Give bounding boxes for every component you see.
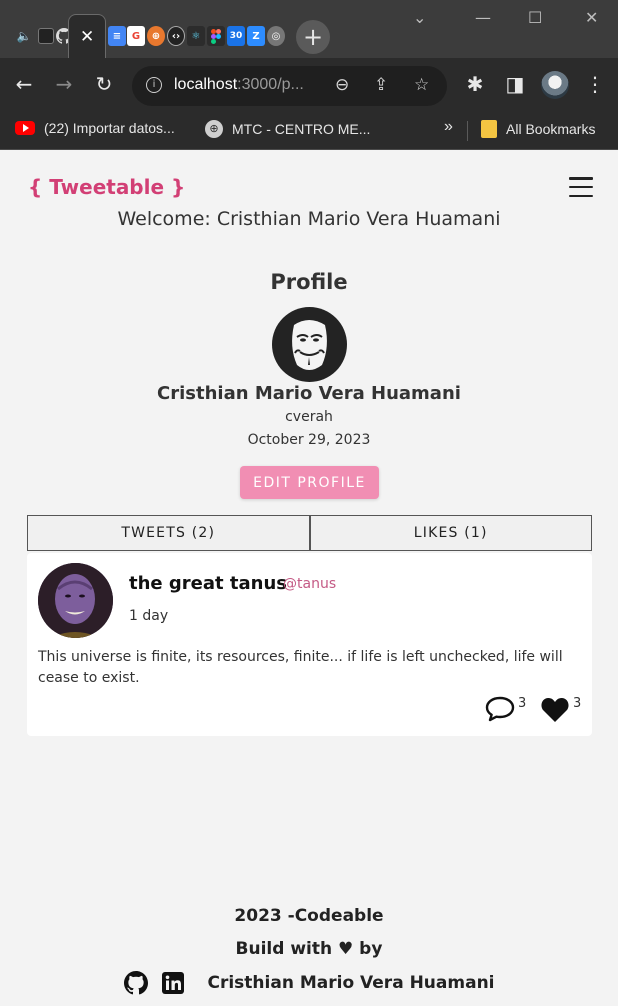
back-icon[interactable]: ← [12,72,36,96]
bookmarks-overflow-button[interactable]: » [444,118,453,136]
edit-profile-button[interactable]: EDIT PROFILE [240,466,379,499]
folder-icon [481,120,497,138]
chrome-icon[interactable]: ◎ [267,26,285,46]
profile-username: cverah [285,409,333,425]
tweet-body: This universe is finite, its resources, … [38,649,563,686]
zoom-icon[interactable]: Z [247,26,265,46]
profile-avatar [272,307,347,382]
bookmark-youtube[interactable]: (22) Importar datos... [15,120,175,136]
side-panel-icon[interactable]: ◨ [503,72,527,96]
chevron-down-icon[interactable]: ⌄ [413,8,426,27]
browser-tab-strip: 🔈 ✕ ≡ G ⊕ ‹› ⚛ 30 Z ◎ + ⌄ — ☐ ✕ [0,0,618,58]
globe-icon: ⊕ [205,120,223,138]
footer-author[interactable]: Cristhian Mario Vera Huamani [208,973,495,993]
heart-icon [541,698,569,722]
welcome-text: Welcome: Cristhian Mario Vera Huamani [117,208,501,230]
forward-icon[interactable]: → [52,72,76,96]
reply-count: 3 [518,696,527,711]
footer-built-with: Build with ♥ by [235,939,383,959]
profile-avatar-icon[interactable] [541,71,569,99]
basketball-icon[interactable]: ⊕ [147,26,165,46]
github-icon[interactable] [123,971,148,995]
reply-button[interactable]: 3 [485,696,526,722]
info-icon[interactable]: i [146,77,162,93]
zoom-lens-icon[interactable]: ⊖ [335,75,349,95]
tweet-author-handle[interactable]: @tanus [283,576,336,592]
maximize-icon[interactable]: ☐ [528,8,542,27]
devtools-icon[interactable]: ‹› [167,26,185,46]
extensions-icon[interactable]: ✱ [463,72,487,96]
like-count: 3 [573,696,582,711]
profile-name: Cristhian Mario Vera Huamani [157,383,461,404]
like-button[interactable]: 3 [540,696,581,723]
bookmark-mtc[interactable]: ⊕ MTC - CENTRO ME... [205,120,370,138]
thanos-portrait-icon [38,563,113,638]
browser-toolbar: ← → ↻ i localhost:3000/p... ⊖ ⇪ ☆ ✱ ◨ ⋮ [0,58,618,112]
comment-icon [485,696,515,722]
hamburger-menu-icon[interactable] [569,177,593,197]
menu-dots-icon[interactable]: ⋮ [583,72,607,96]
new-tab-button[interactable]: + [296,20,330,54]
footer-links: Cristhian Mario Vera Huamani [0,971,618,995]
profile-tabs: TWEETS (2) LIKES (1) [27,515,592,551]
address-bar[interactable]: i localhost:3000/p... ⊖ ⇪ ☆ [132,66,447,106]
star-icon[interactable]: ☆ [414,75,429,95]
minimize-icon[interactable]: — [475,8,491,27]
tweet-author-name[interactable]: the great tanus [129,573,287,594]
react-icon[interactable]: ⚛ [187,26,205,46]
linkedin-icon[interactable] [161,972,184,994]
figma-icon[interactable] [207,26,225,46]
page-title: Profile [270,270,348,294]
footer-copyright: 2023 -Codeable [234,906,384,926]
avatar[interactable] [38,563,113,638]
window-close-icon[interactable]: ✕ [585,8,598,27]
reload-icon[interactable]: ↻ [92,72,116,96]
brand-logo[interactable]: { Tweetable } [28,175,185,199]
profile-join-date: October 29, 2023 [247,432,371,448]
bookmarks-divider [467,121,468,141]
all-bookmarks-button[interactable]: All Bookmarks [481,120,595,138]
tab-active[interactable]: ✕ [68,14,106,58]
tweet-card[interactable]: the great tanus @tanus 1 day This univer… [27,553,592,736]
calendar-icon[interactable]: 30 [227,26,245,46]
share-icon[interactable]: ⇪ [374,75,388,95]
google-docs-icon[interactable]: ≡ [108,26,126,46]
tab-tweets[interactable]: TWEETS (2) [27,515,310,551]
bookmarks-bar: (22) Importar datos... ⊕ MTC - CENTRO ME… [0,112,618,150]
url-text: localhost:3000/p... [174,76,304,93]
guy-fawkes-mask-icon [292,320,327,370]
youtube-icon [15,121,35,135]
tweet-timestamp: 1 day [129,608,169,624]
google-icon[interactable]: G [127,26,145,46]
tab-likes[interactable]: LIKES (1) [309,515,592,551]
close-icon[interactable]: ✕ [80,29,94,46]
